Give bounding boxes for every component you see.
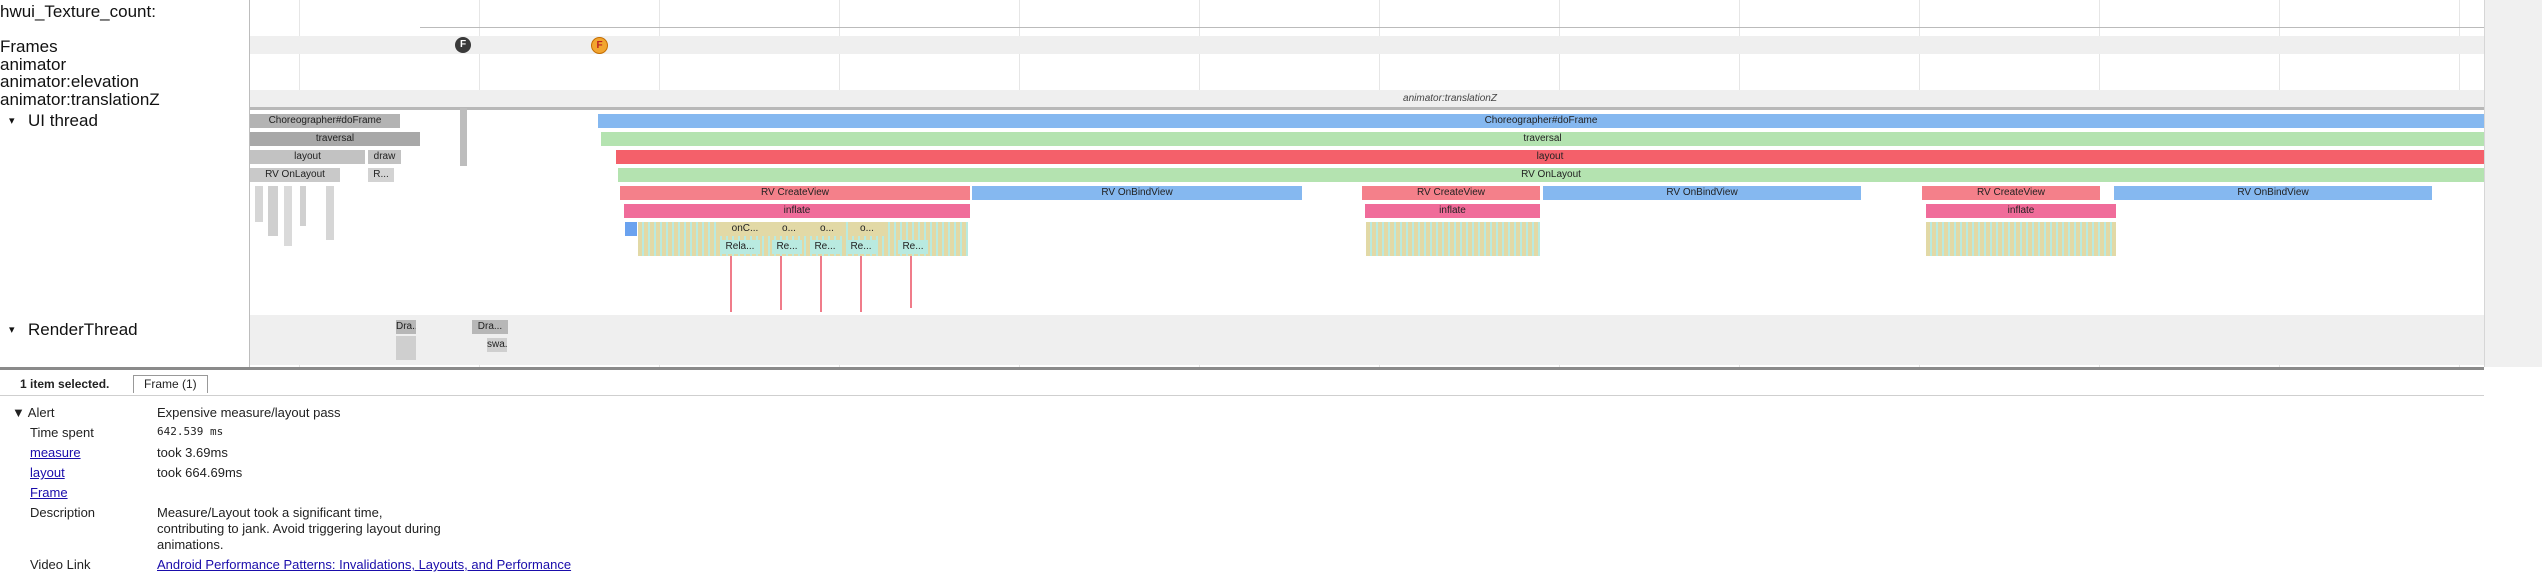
frames-track: [250, 36, 2484, 54]
rv-onbindview-slice[interactable]: RV OnBindView: [1543, 186, 1861, 200]
vertical-scrollbar[interactable]: [2484, 0, 2542, 367]
rv-createview-slice[interactable]: RV CreateView: [1362, 186, 1540, 200]
measure-link[interactable]: measure: [30, 445, 81, 460]
tick: [860, 256, 862, 312]
expand-render-thread-icon[interactable]: ▾: [9, 323, 15, 336]
small-slice: [255, 186, 263, 222]
track-label-render-thread[interactable]: RenderThread: [28, 320, 138, 340]
tick: [780, 256, 782, 310]
layout-slice[interactable]: layout: [616, 150, 2484, 164]
frame-marker-jank[interactable]: F: [591, 37, 608, 54]
tick: [910, 256, 912, 308]
small-slice: [460, 108, 467, 166]
alert-header[interactable]: ▼ Alert: [12, 405, 55, 420]
render-child-slice: [396, 336, 416, 360]
layout-slice-small[interactable]: layout: [250, 150, 365, 164]
rela-slice[interactable]: Rela...: [720, 240, 760, 254]
alert-header-label: Alert: [27, 405, 55, 420]
o-slice[interactable]: o...: [810, 222, 844, 236]
frame-marker-ok[interactable]: F: [455, 37, 471, 53]
track-label-ui-thread[interactable]: UI thread: [28, 111, 98, 131]
selection-count: 1 item selected.: [20, 377, 110, 391]
choreographer-slice[interactable]: Choreographer#doFrame: [598, 114, 2484, 128]
description-line-2: contributing to jank. Avoid triggering l…: [157, 521, 441, 536]
draw-slice-small[interactable]: draw: [368, 150, 401, 164]
hwui-counter-line: [420, 27, 2484, 28]
small-slice: [625, 222, 637, 236]
rv-onlayout-slice-small[interactable]: RV OnLayout: [250, 168, 340, 182]
time-spent-value: 642.539 ms: [157, 425, 224, 438]
video-link[interactable]: Android Performance Patterns: Invalidati…: [157, 557, 571, 572]
timeline-area[interactable]: F F animator:translationZ Choreographer#…: [250, 0, 2484, 367]
render-thread-track: [250, 315, 2484, 365]
details-panel: 1 item selected. Frame (1) ▼ Alert Expen…: [0, 370, 2542, 579]
re-slice[interactable]: Re...: [846, 240, 876, 254]
render-draw-slice[interactable]: Dra...: [472, 320, 508, 334]
small-slice: [268, 186, 278, 236]
inflate-slice[interactable]: inflate: [1926, 204, 2116, 218]
rv-createview-slice[interactable]: RV CreateView: [620, 186, 970, 200]
r-slice-small[interactable]: R...: [368, 168, 394, 182]
alert-title: Expensive measure/layout pass: [157, 405, 341, 420]
o-slice[interactable]: o...: [850, 222, 884, 236]
small-slice: [326, 186, 334, 240]
rv-onlayout-slice[interactable]: RV OnLayout: [618, 168, 2484, 182]
description-label: Description: [30, 505, 96, 520]
re-slice[interactable]: Re...: [810, 240, 840, 254]
re-slice[interactable]: Re...: [772, 240, 802, 254]
tab-frame[interactable]: Frame (1): [133, 375, 208, 393]
render-draw-slice[interactable]: Dra...: [396, 320, 416, 334]
inflate-slice[interactable]: inflate: [1365, 204, 1540, 218]
track-label-animator-translationz: animator:translationZ: [0, 90, 160, 109]
measure-value: took 3.69ms: [157, 445, 228, 460]
rv-onbindview-slice[interactable]: RV OnBindView: [972, 186, 1302, 200]
selection-bar: 1 item selected. Frame (1): [0, 370, 2484, 396]
video-link-label: Video Link: [30, 557, 91, 572]
expand-ui-thread-icon[interactable]: ▾: [9, 114, 15, 127]
traversal-slice-small[interactable]: traversal: [250, 132, 420, 146]
layout-value: took 664.69ms: [157, 465, 243, 480]
description-line-1: Measure/Layout took a significant time,: [157, 505, 383, 520]
description-line-3: animations.: [157, 537, 224, 552]
layout-link[interactable]: layout: [30, 465, 65, 480]
re-slice[interactable]: Re...: [898, 240, 928, 254]
inflate-slice[interactable]: inflate: [624, 204, 970, 218]
trace-view[interactable]: hwui_Texture_count: Frames animator anim…: [0, 0, 2484, 367]
traversal-slice[interactable]: traversal: [601, 132, 2484, 146]
o-slice[interactable]: o...: [772, 222, 806, 236]
animator-translationz-slice[interactable]: animator:translationZ: [1250, 92, 1650, 106]
child-slices-cluster: [1366, 222, 1540, 256]
rv-createview-slice[interactable]: RV CreateView: [1922, 186, 2100, 200]
small-slice: [300, 186, 306, 226]
time-spent-label: Time spent: [30, 425, 94, 440]
tick: [820, 256, 822, 312]
track-label-frames: Frames: [0, 37, 58, 56]
choreographer-slice-small[interactable]: Choreographer#doFrame: [250, 114, 400, 128]
tick: [730, 256, 732, 312]
track-label-hwui-texture: hwui_Texture_count:: [0, 2, 156, 21]
frame-link[interactable]: Frame: [30, 485, 68, 500]
rv-onbindview-slice[interactable]: RV OnBindView: [2114, 186, 2432, 200]
render-swap-slice[interactable]: swa...: [487, 338, 507, 352]
track-label-animator-elevation: animator:elevation: [0, 72, 139, 91]
collapse-icon[interactable]: ▼: [12, 405, 25, 420]
child-slices-cluster: [1926, 222, 2116, 256]
small-slice: [284, 186, 292, 246]
track-label-panel: hwui_Texture_count: Frames animator anim…: [0, 0, 250, 367]
onc-slice[interactable]: onC...: [720, 222, 770, 236]
